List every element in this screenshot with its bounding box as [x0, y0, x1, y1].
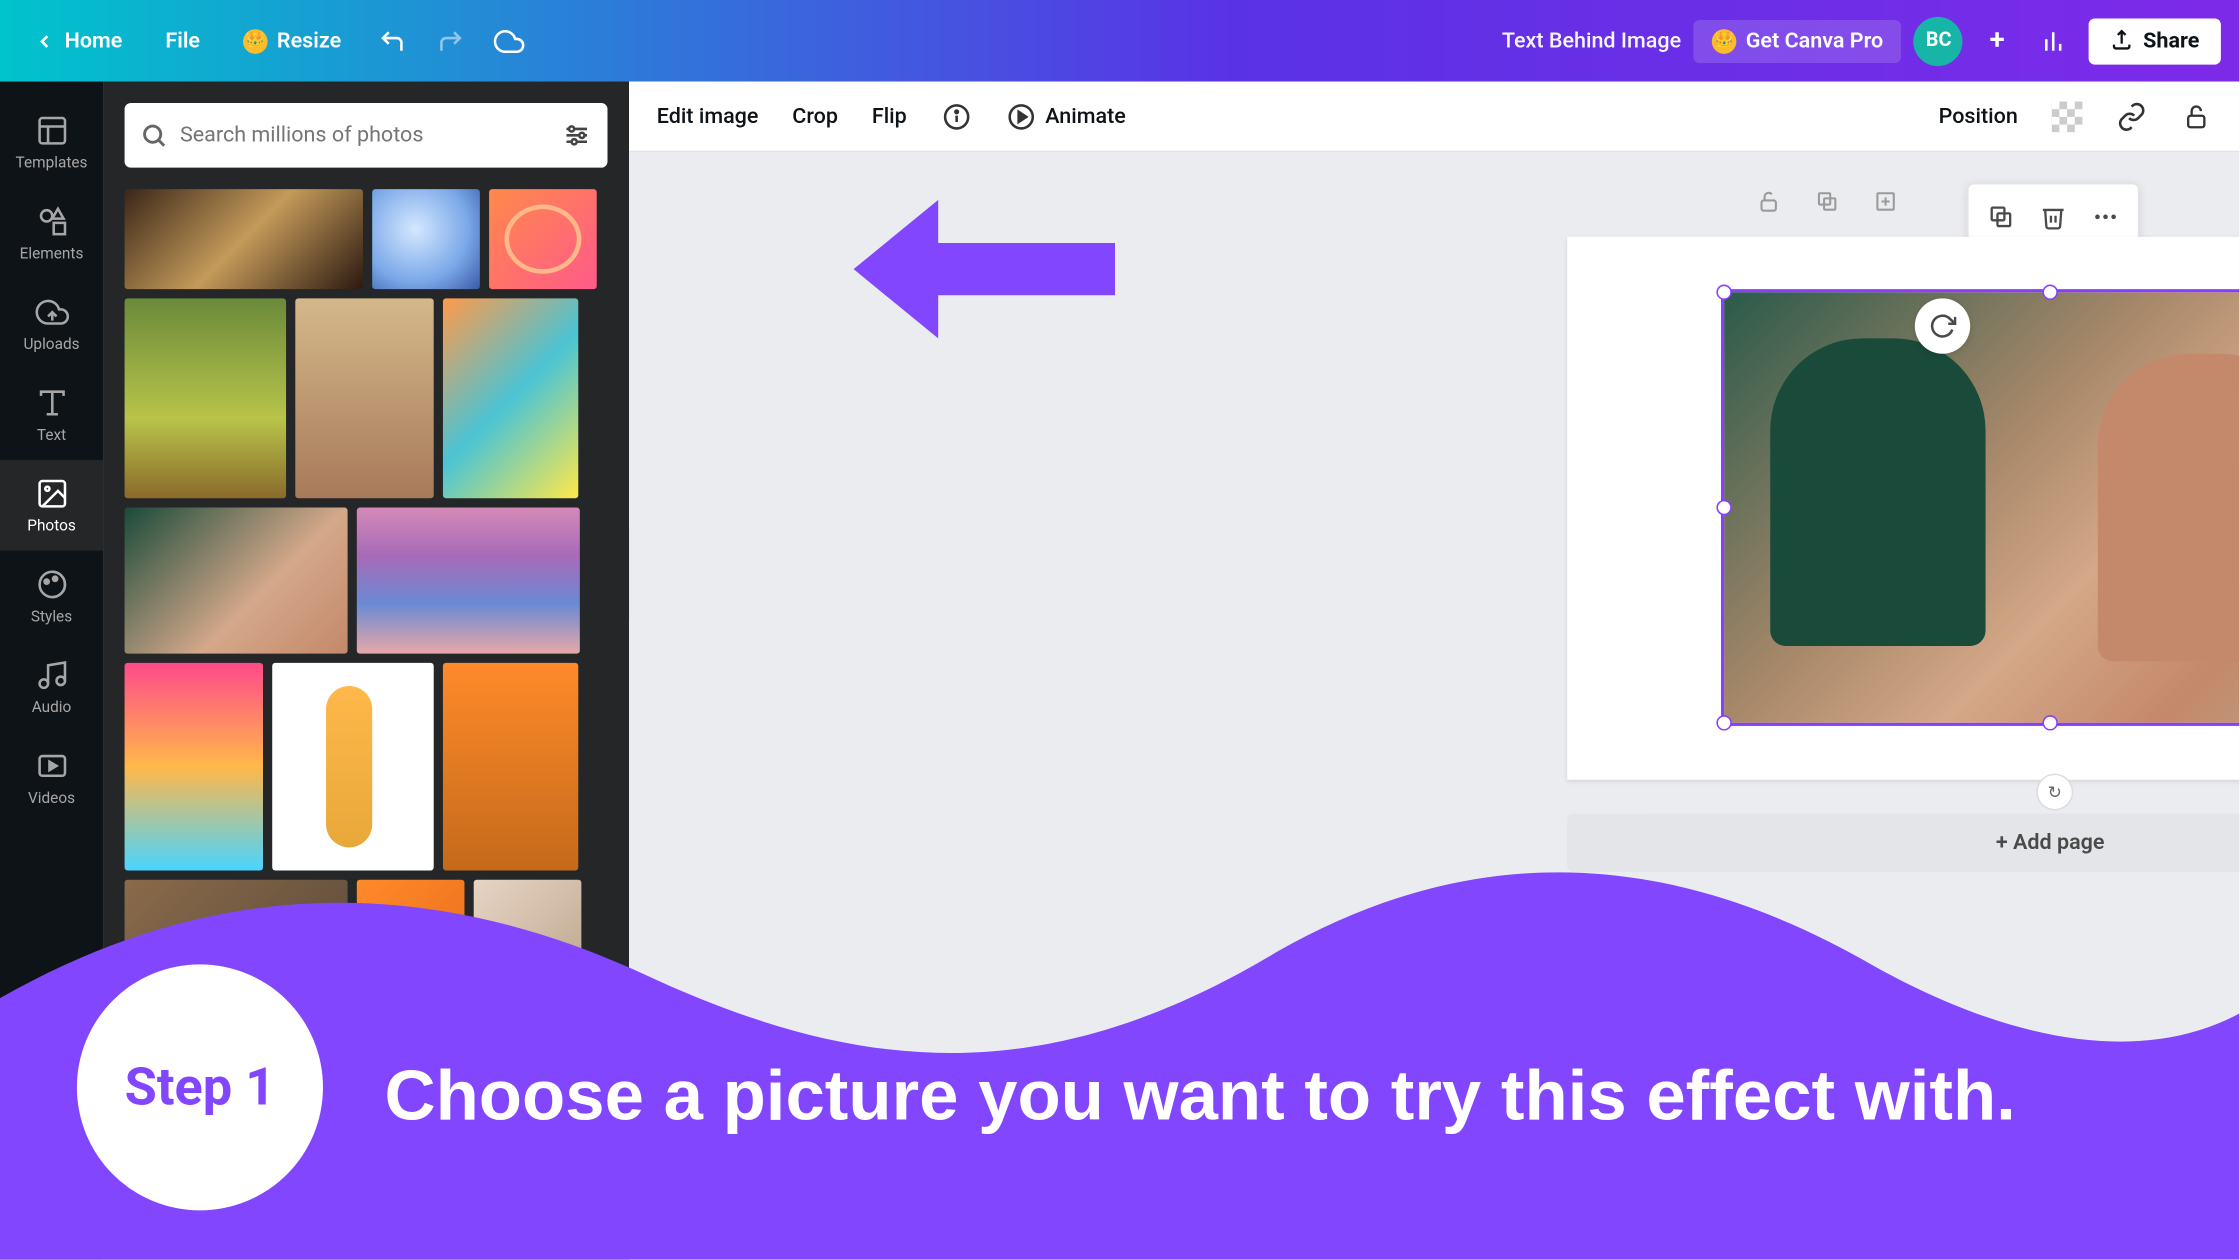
elements-icon [33, 203, 70, 240]
redo-button[interactable] [427, 18, 473, 64]
arrow-annotation [854, 200, 1115, 338]
add-page-icon[interactable] [1870, 186, 1901, 217]
design-page[interactable] [1567, 237, 2239, 780]
sidebar-item-photos[interactable]: Photos [0, 460, 103, 551]
refresh-button[interactable] [1915, 298, 1970, 353]
photo-thumbnail[interactable] [125, 189, 363, 289]
photo-thumbnail[interactable] [372, 189, 480, 289]
photo-thumbnail[interactable] [125, 298, 286, 498]
unlock-page-icon[interactable] [1753, 186, 1784, 217]
sidebar-item-label: Elements [20, 246, 84, 263]
search-input[interactable] [180, 123, 549, 148]
chevron-left-icon [34, 30, 56, 52]
photo-thumbnail[interactable] [357, 508, 580, 654]
photo-thumbnail[interactable] [443, 298, 578, 498]
top-bar: Home File 👑 Resize Text Behind Image 👑 G… [0, 0, 2239, 82]
sidebar-item-label: Text [37, 428, 66, 445]
sidebar-item-audio[interactable]: Audio [0, 641, 103, 732]
get-pro-button[interactable]: 👑 Get Canva Pro [1693, 19, 1901, 62]
sidebar-item-label: Templates [16, 155, 88, 172]
resize-handle[interactable] [2042, 285, 2057, 300]
position-button[interactable]: Position [1939, 104, 2018, 129]
add-collaborator-button[interactable]: + [1976, 19, 2019, 62]
file-button[interactable]: File [150, 19, 215, 62]
selected-image[interactable] [1721, 289, 2239, 726]
resize-button[interactable]: 👑 Resize [228, 19, 357, 62]
sidebar-item-label: Styles [31, 609, 72, 626]
home-button[interactable]: Home [18, 19, 137, 62]
avatar[interactable]: BC [1914, 16, 1963, 65]
duplicate-page-icon[interactable] [1812, 186, 1843, 217]
uploads-icon [33, 294, 70, 331]
photo-thumbnail[interactable] [489, 189, 597, 289]
overlay-text: Choose a picture you want to try this ef… [385, 1054, 2016, 1137]
file-label: File [165, 28, 200, 53]
share-button[interactable]: Share [2089, 18, 2221, 64]
delete-button[interactable] [2027, 191, 2079, 243]
videos-icon [33, 747, 70, 784]
resize-handle[interactable] [1716, 500, 1731, 515]
styles-icon [33, 566, 70, 603]
resize-handle[interactable] [1716, 715, 1731, 730]
info-icon[interactable] [941, 101, 972, 132]
photos-icon [33, 475, 70, 512]
share-label: Share [2143, 28, 2199, 53]
search-icon [140, 122, 168, 150]
get-pro-label: Get Canva Pro [1746, 28, 1884, 53]
sidebar-item-videos[interactable]: Videos [0, 732, 103, 823]
resize-handle[interactable] [1716, 285, 1731, 300]
lock-icon[interactable] [2181, 101, 2212, 132]
sidebar-item-label: Videos [28, 791, 75, 808]
step-badge: Step 1 [77, 964, 323, 1210]
crown-icon: 👑 [1712, 28, 1737, 53]
sidebar-item-label: Photos [27, 518, 76, 535]
audio-icon [33, 657, 70, 694]
photo-thumbnail[interactable] [295, 298, 433, 498]
undo-button[interactable] [369, 18, 415, 64]
sidebar-item-templates[interactable]: Templates [0, 97, 103, 188]
insights-button[interactable] [2031, 18, 2077, 64]
sidebar-item-text[interactable]: Text [0, 369, 103, 460]
step-label: Step 1 [125, 1057, 276, 1119]
animate-label: Animate [1045, 104, 1126, 129]
animate-icon [1005, 101, 1036, 132]
link-icon[interactable] [2116, 101, 2147, 132]
home-label: Home [65, 28, 123, 53]
sidebar-item-styles[interactable]: Styles [0, 551, 103, 642]
text-icon [33, 385, 70, 422]
filter-icon[interactable] [561, 120, 592, 151]
cloud-sync-icon[interactable] [486, 18, 532, 64]
context-toolbar: Edit image Crop Flip Animate Position [629, 82, 2239, 153]
flip-button[interactable]: Flip [872, 104, 907, 129]
sidebar-item-uploads[interactable]: Uploads [0, 278, 103, 369]
crop-button[interactable]: Crop [792, 104, 838, 129]
doc-title[interactable]: Text Behind Image [1502, 28, 1681, 53]
page-actions [1753, 186, 1901, 217]
templates-icon [33, 112, 70, 149]
photo-thumbnail[interactable] [125, 508, 348, 654]
resize-label: Resize [277, 28, 341, 53]
duplicate-button[interactable] [1975, 191, 2027, 243]
edit-image-button[interactable]: Edit image [657, 104, 759, 129]
sidebar-item-elements[interactable]: Elements [0, 188, 103, 279]
resize-handle[interactable] [2042, 715, 2057, 730]
wave-overlay [0, 829, 2239, 1260]
search-field[interactable] [125, 103, 608, 168]
sidebar-item-label: Uploads [23, 337, 79, 354]
animate-button[interactable]: Animate [1005, 101, 1126, 132]
more-button[interactable] [2079, 191, 2131, 243]
sync-indicator[interactable]: ↻ [2036, 774, 2073, 811]
upload-icon [2111, 29, 2134, 52]
crown-icon: 👑 [243, 28, 268, 53]
transparency-icon[interactable] [2052, 101, 2083, 132]
sidebar-item-label: Audio [32, 700, 72, 717]
